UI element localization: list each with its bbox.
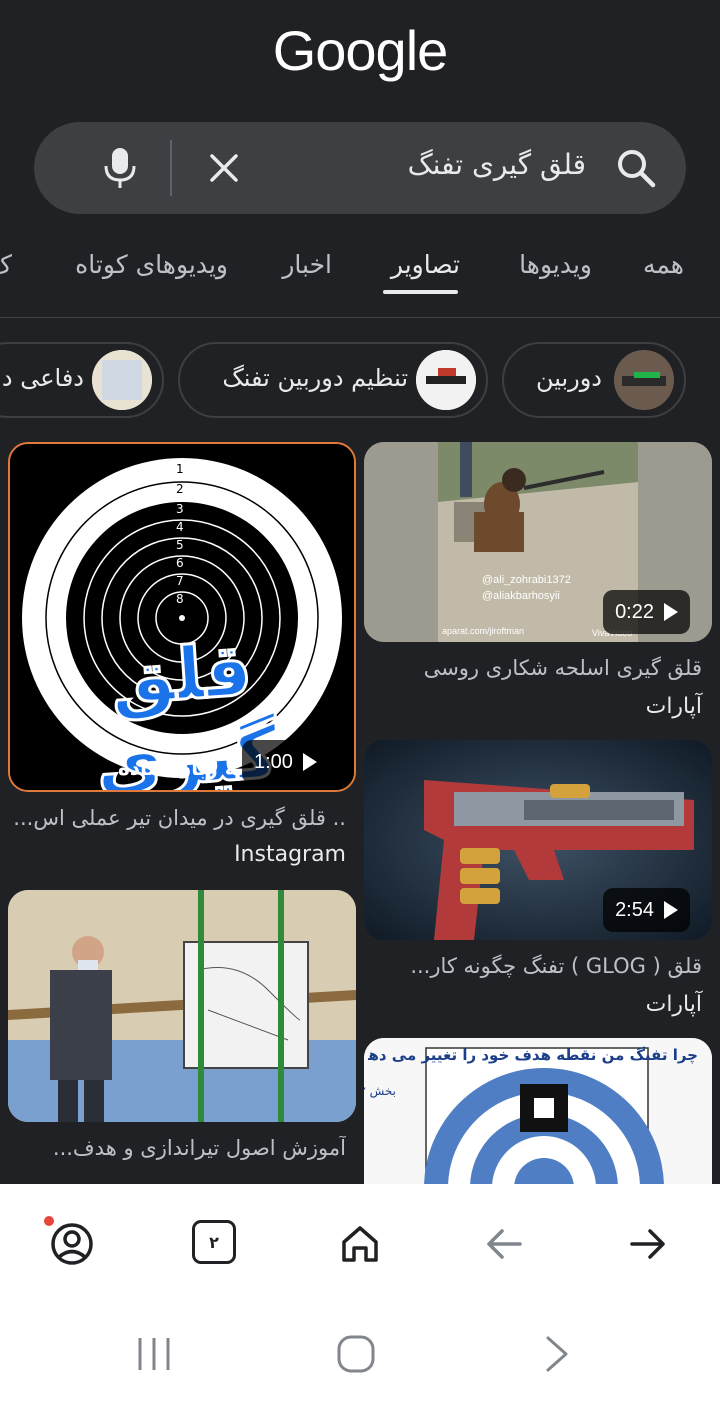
- result-caption[interactable]: آموزش اصول تیراندازی و هدف...: [12, 1136, 346, 1160]
- search-divider: [170, 140, 172, 196]
- search-tabs: همه ویدیوها تصاویر اخبار ویدیوهای کوتاه …: [0, 236, 720, 318]
- tab-news[interactable]: اخبار: [282, 250, 332, 279]
- result-source[interactable]: آپارات: [646, 992, 702, 1017]
- video-duration-badge: 1:00: [242, 740, 329, 784]
- chip-thumbnail: [92, 350, 152, 410]
- related-chips: دوربین تنظیم دوربین تفنگ دفاعی د: [0, 338, 720, 422]
- search-query[interactable]: قلق گیری تفنگ: [408, 148, 586, 181]
- overlay-subtitle: بخش ۲: [364, 1084, 396, 1098]
- tabs-icon[interactable]: ۲: [192, 1220, 236, 1264]
- result-caption[interactable]: قلق ( GLOG ) تفنگ چگونه کار...: [372, 954, 702, 978]
- target-number: 7: [176, 574, 184, 588]
- target-number: 2: [176, 482, 184, 496]
- home-icon[interactable]: [336, 1220, 384, 1268]
- result-source[interactable]: Instagram: [234, 842, 346, 867]
- result-thumbnail[interactable]: 1 2 3 4 5 6 7 8 قلق گیری به زبان ساده 1:…: [8, 442, 356, 792]
- home-circle-icon[interactable]: [334, 1332, 378, 1376]
- browser-bottom-bar: ۲: [0, 1184, 720, 1404]
- result-card[interactable]: 1 2 3 4 5 6 7 8 قلق گیری به زبان ساده 1:…: [8, 442, 356, 872]
- watermark-text: @ali_zohrabi1372: [482, 574, 571, 586]
- result-caption[interactable]: .. قلق گیری در میدان تیر عملی اس...: [12, 806, 346, 830]
- result-thumbnail[interactable]: @ali_zohrabi1372 @aliakbarhosyii aparat.…: [364, 442, 712, 642]
- target-number: 6: [176, 556, 184, 570]
- tab-videos[interactable]: ویدیوها: [519, 250, 592, 279]
- result-thumbnail[interactable]: چرا تفنگ من نقطه هدف خود را تغییر می دهد…: [364, 1038, 712, 1184]
- back-arrow-icon[interactable]: [480, 1220, 528, 1268]
- active-tab-indicator: [383, 290, 458, 294]
- result-caption[interactable]: قلق گیری اسلحه شکاری روسی: [372, 656, 702, 680]
- account-icon[interactable]: [48, 1220, 96, 1268]
- chip-scope-adjust[interactable]: تنظیم دوربین تفنگ: [178, 342, 488, 418]
- tab-more[interactable]: ک: [0, 250, 12, 279]
- target-number: 3: [176, 502, 184, 516]
- result-thumbnail[interactable]: [8, 890, 356, 1122]
- search-icon[interactable]: [614, 146, 658, 190]
- video-duration-badge: 0:22: [603, 590, 690, 634]
- video-duration-badge: 2:54: [603, 888, 690, 932]
- result-card[interactable]: @ali_zohrabi1372 @aliakbarhosyii aparat.…: [364, 442, 712, 722]
- overlay-subtitle: به زبان ساده: [118, 756, 245, 780]
- result-thumbnail[interactable]: 2:54: [364, 740, 712, 940]
- target-number: 8: [176, 592, 184, 606]
- play-icon: [664, 603, 678, 621]
- tab-all[interactable]: همه: [643, 250, 684, 279]
- target-number: 5: [176, 538, 184, 552]
- chip-scope[interactable]: دوربین: [502, 342, 686, 418]
- play-icon: [664, 901, 678, 919]
- back-chevron-icon[interactable]: [536, 1332, 580, 1376]
- forward-arrow-icon[interactable]: [624, 1220, 672, 1268]
- google-logo[interactable]: Google: [0, 18, 720, 83]
- search-bar[interactable]: قلق گیری تفنگ: [34, 122, 686, 214]
- watermark-text: @aliakbarhosyii: [482, 590, 560, 602]
- play-icon: [302, 753, 317, 771]
- watermark-text: aparat.com/jiroftman: [442, 626, 525, 636]
- target-number: 4: [176, 520, 184, 534]
- target-number: 1: [176, 462, 184, 476]
- chip-defense[interactable]: دفاعی د: [0, 342, 164, 418]
- result-card[interactable]: 2:54 قلق ( GLOG ) تفنگ چگونه کار... آپار…: [364, 740, 712, 1020]
- overlay-title: چرا تفنگ من نقطه هدف خود را تغییر می دهد…: [368, 1046, 698, 1064]
- chip-thumbnail: [416, 350, 476, 410]
- microphone-icon[interactable]: [100, 146, 140, 190]
- result-card[interactable]: چرا تفنگ من نقطه هدف خود را تغییر می دهد…: [364, 1038, 712, 1184]
- result-source[interactable]: آپارات: [646, 694, 702, 719]
- close-icon[interactable]: [204, 148, 244, 188]
- tab-short-videos[interactable]: ویدیوهای کوتاه: [75, 250, 228, 279]
- result-card[interactable]: آموزش اصول تیراندازی و هدف...: [8, 890, 356, 1180]
- recents-icon[interactable]: [132, 1332, 176, 1376]
- notification-dot: [44, 1216, 54, 1226]
- tab-images[interactable]: تصاویر: [391, 250, 460, 279]
- chip-thumbnail: [614, 350, 674, 410]
